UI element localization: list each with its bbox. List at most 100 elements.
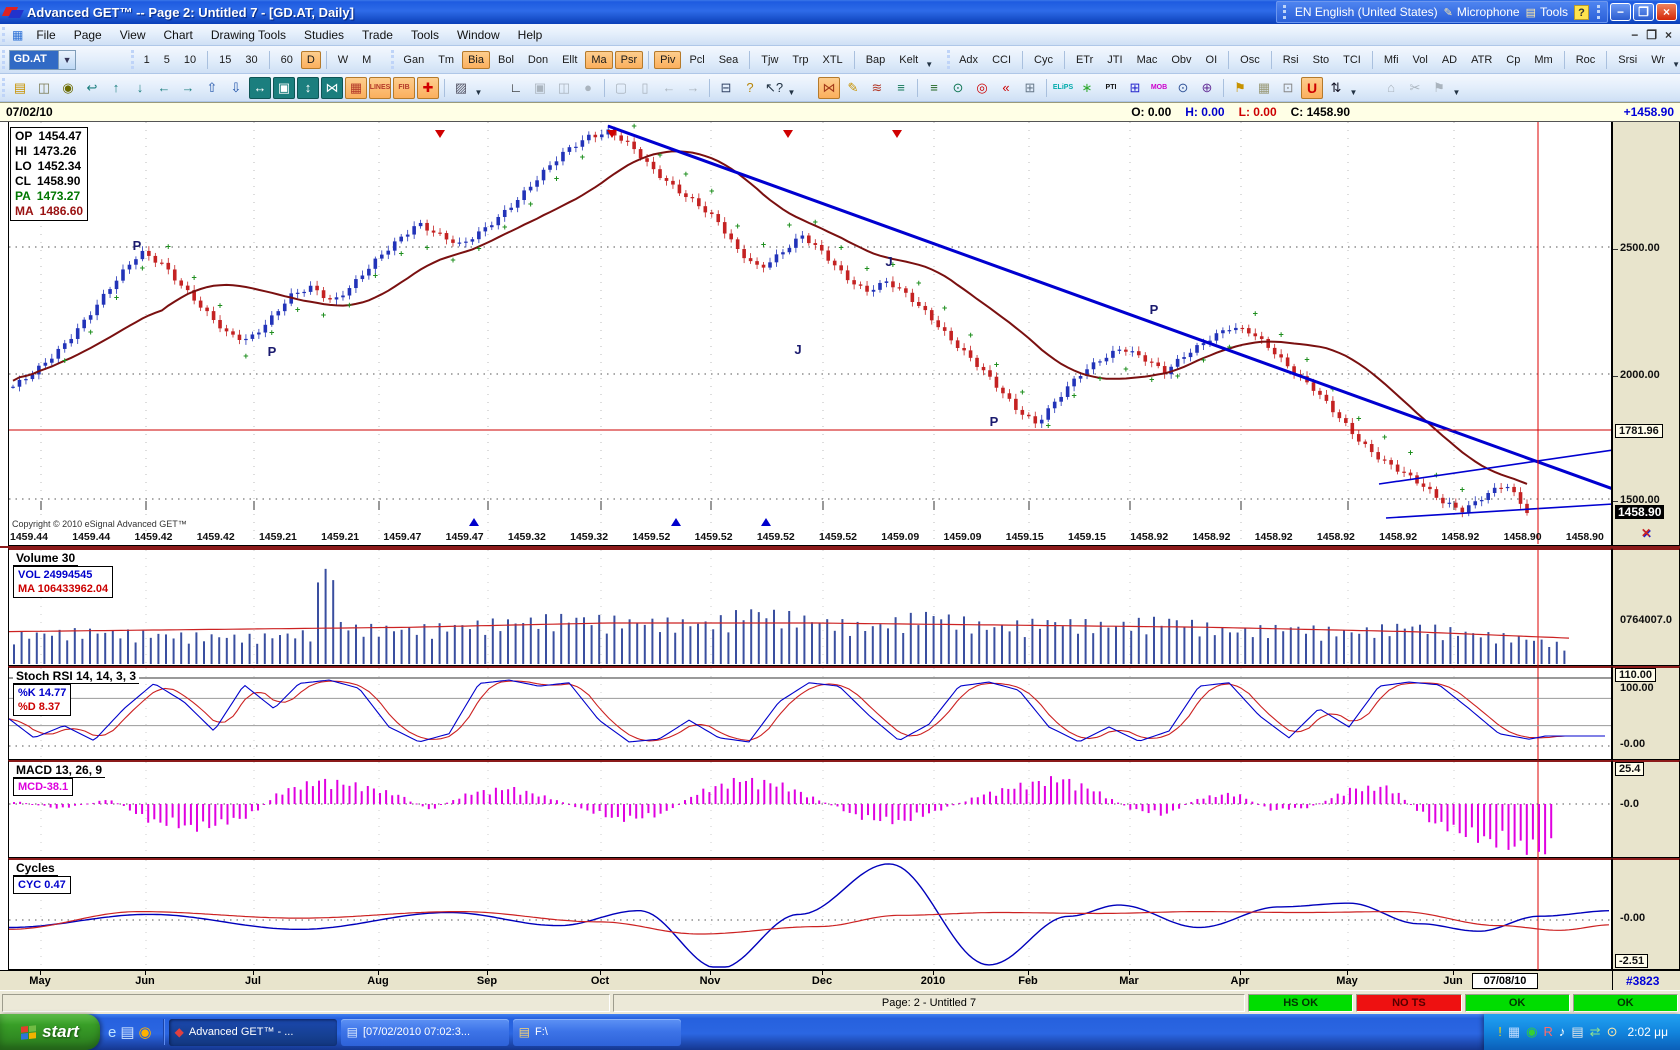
toolbar-overflow-icon[interactable]: ▼: [1348, 77, 1359, 99]
study-button-sea[interactable]: Sea: [713, 51, 745, 69]
restore-button[interactable]: ❐: [1633, 3, 1654, 21]
page-layout-icon[interactable]: ▦: [1253, 77, 1275, 99]
properties-icon[interactable]: ▨: [450, 77, 472, 99]
volume-panel-plot[interactable]: Volume 30 VOL 24994545MA 106433962.04: [8, 548, 1612, 666]
menu-chart[interactable]: Chart: [155, 26, 202, 44]
symbol-dropdown-icon[interactable]: ▼: [58, 51, 75, 69]
menu-drawing-tools[interactable]: Drawing Tools: [202, 26, 295, 44]
audio-icon[interactable]: ♪: [1559, 1024, 1566, 1040]
study-button-bia[interactable]: Bia: [462, 51, 490, 69]
study-button-obv[interactable]: Obv: [1165, 51, 1197, 69]
study-button-xtl[interactable]: XTL: [817, 51, 849, 69]
language-bar-grip[interactable]: [1283, 5, 1287, 19]
fib-icon[interactable]: FIB: [393, 77, 415, 99]
timeframe-button-m[interactable]: M: [356, 51, 377, 69]
menu-trade[interactable]: Trade: [353, 26, 402, 44]
study-button-gan[interactable]: Gan: [397, 51, 430, 69]
symbol-combobox[interactable]: GD.AT ▼: [9, 50, 76, 70]
study-button-tci[interactable]: TCI: [1337, 51, 1367, 69]
esignal-icon[interactable]: ◉: [1526, 1024, 1537, 1040]
bias-reversal-icon[interactable]: ≡: [890, 77, 912, 99]
study-button-jti[interactable]: JTI: [1101, 51, 1128, 69]
task-button-0[interactable]: ◆Advanced GET™ - ...: [169, 1019, 337, 1046]
language-bar-options[interactable]: [1597, 5, 1601, 19]
revert-icon[interactable]: ↩: [81, 77, 103, 99]
study-button-cci[interactable]: CCI: [986, 51, 1017, 69]
toolbar-overflow-icon[interactable]: ▼: [1451, 77, 1462, 99]
language-indicator[interactable]: EN English (United States): [1295, 5, 1438, 19]
media-player-icon[interactable]: ◉: [139, 1023, 152, 1041]
elliott-waves-icon[interactable]: ≋: [866, 77, 888, 99]
menu-window[interactable]: Window: [448, 26, 509, 44]
fan-lines-icon[interactable]: «: [995, 77, 1017, 99]
study-button-mm[interactable]: Mm: [1528, 51, 1558, 69]
time-axis[interactable]: 07/08/10 #3823 MayJunJulAugSepOctNovDec2…: [0, 970, 1680, 990]
help-icon[interactable]: ?: [739, 77, 761, 99]
pti-icon[interactable]: PTI: [1100, 77, 1122, 99]
study-button-bap[interactable]: Bap: [860, 51, 892, 69]
study-button-rsi[interactable]: Rsi: [1277, 51, 1305, 69]
split-icon[interactable]: ⇅: [1325, 77, 1347, 99]
stoch-axis[interactable]: 110.00 100.00 -0.00: [1612, 666, 1680, 760]
record-icon[interactable]: ◉: [57, 77, 79, 99]
study-button-srsi[interactable]: Srsi: [1612, 51, 1643, 69]
show-desktop-icon[interactable]: ▤: [120, 1023, 134, 1041]
macd-panel-plot[interactable]: MACD 13, 26, 9 MCD-38.1: [8, 760, 1612, 858]
scheduler-icon[interactable]: ▤: [1571, 1024, 1583, 1040]
mdi-restore-button[interactable]: ❐: [1646, 28, 1657, 42]
study-button-roc[interactable]: Roc: [1570, 51, 1602, 69]
tools-toolbar-grip[interactable]: [2, 78, 6, 97]
expand-corner-icon[interactable]: ▣: [273, 77, 295, 99]
task-button-2[interactable]: ▤F:\: [513, 1019, 681, 1046]
volume-axis[interactable]: 0764007.0: [1612, 548, 1680, 666]
display-icon[interactable]: ▦: [1508, 1024, 1520, 1040]
symbol-toolbar-grip[interactable]: [2, 50, 5, 69]
studies-overflow-icon[interactable]: ▼: [925, 49, 933, 71]
menu-page[interactable]: Page: [65, 26, 111, 44]
study-button-tm[interactable]: Tm: [432, 51, 460, 69]
mob-icon[interactable]: MOB: [1148, 77, 1170, 99]
timeframe-button-15[interactable]: 15: [213, 51, 237, 69]
dot-grid-icon[interactable]: ▦: [345, 77, 367, 99]
study-button-osc[interactable]: Osc: [1234, 51, 1266, 69]
symbol-input[interactable]: GD.AT: [10, 51, 58, 69]
tag-icon[interactable]: ⚑: [1229, 77, 1251, 99]
expand-vertical-icon[interactable]: ↕: [297, 77, 319, 99]
menu-studies[interactable]: Studies: [295, 26, 353, 44]
study-button-wr[interactable]: Wr: [1645, 51, 1671, 69]
study-button-tjw[interactable]: Tjw: [755, 51, 784, 69]
language-help-button[interactable]: ?: [1574, 5, 1589, 20]
context-help-icon[interactable]: ↖?: [763, 77, 785, 99]
step-bar-icon[interactable]: ∟: [505, 77, 527, 99]
study-button-vol[interactable]: Vol: [1407, 51, 1434, 69]
study-button-sto[interactable]: Sto: [1307, 51, 1336, 69]
update-icon[interactable]: ⊙: [1607, 1024, 1618, 1040]
study-button-piv[interactable]: Piv: [654, 51, 681, 69]
scroll-down-icon[interactable]: ↓: [129, 77, 151, 99]
pin-icon[interactable]: ⊙: [1172, 77, 1194, 99]
crosshair-icon[interactable]: ✚: [417, 77, 439, 99]
scroll-right-icon[interactable]: →: [177, 77, 199, 99]
grid-icon[interactable]: ⊞: [1019, 77, 1041, 99]
elips-study-icon[interactable]: ELiPS: [1052, 77, 1074, 99]
close-button[interactable]: ×: [1656, 3, 1677, 21]
timeframe-button-d[interactable]: D: [301, 51, 321, 69]
cycles-axis[interactable]: -0.00 -2.51: [1612, 858, 1680, 970]
network-icon[interactable]: ⇄: [1590, 1024, 1601, 1040]
language-tools-button[interactable]: ▤Tools: [1526, 5, 1568, 19]
expand-tool-icon[interactable]: ⋈: [818, 77, 840, 99]
expand-horizontal-icon[interactable]: ↔: [249, 77, 271, 99]
study-button-atr[interactable]: ATR: [1465, 51, 1498, 69]
oscillator-toolbar-grip[interactable]: [947, 50, 950, 69]
study-button-oi[interactable]: OI: [1200, 51, 1224, 69]
macd-axis[interactable]: 25.4 -0.0: [1612, 760, 1680, 858]
ie-icon[interactable]: e: [108, 1024, 116, 1041]
study-button-cp[interactable]: Cp: [1500, 51, 1526, 69]
menu-view[interactable]: View: [111, 26, 155, 44]
chart-wizard-icon[interactable]: ◫: [33, 77, 55, 99]
study-button-mac[interactable]: Mac: [1131, 51, 1164, 69]
page-up-icon[interactable]: ⇧: [201, 77, 223, 99]
study-button-cyc[interactable]: Cyc: [1028, 51, 1059, 69]
target-icon[interactable]: ◎: [971, 77, 993, 99]
timeframe-button-10[interactable]: 10: [178, 51, 202, 69]
